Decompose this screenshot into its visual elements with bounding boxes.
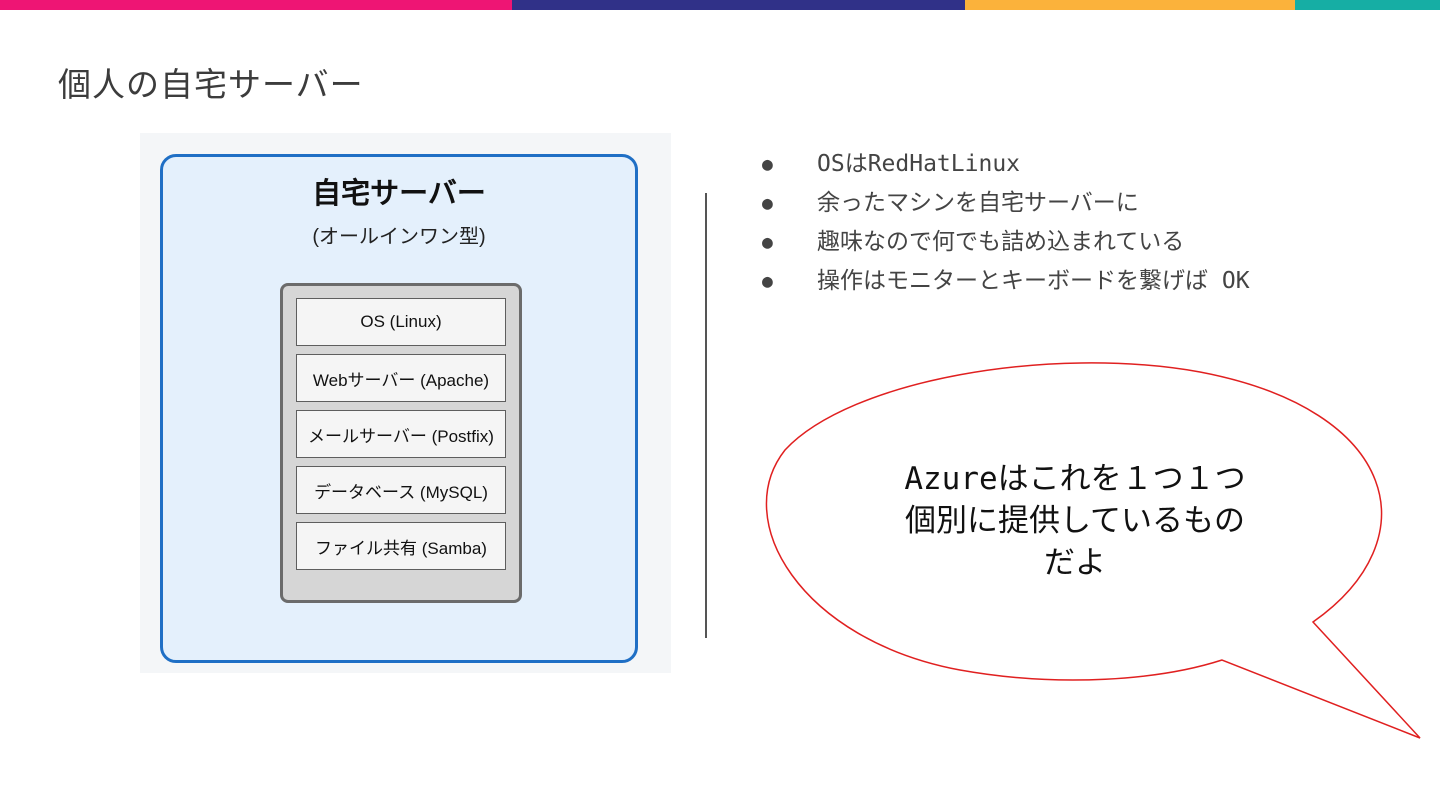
bubble-line: だよ: [1044, 545, 1106, 581]
speech-bubble: [765, 362, 1421, 739]
bubble-text: Azureはこれを１つ１つ 個別に提供しているもの だよ: [820, 458, 1330, 584]
bubble-line: Azureはこれを１つ１つ: [904, 461, 1246, 497]
bubble-line: 個別に提供しているもの: [904, 503, 1246, 539]
